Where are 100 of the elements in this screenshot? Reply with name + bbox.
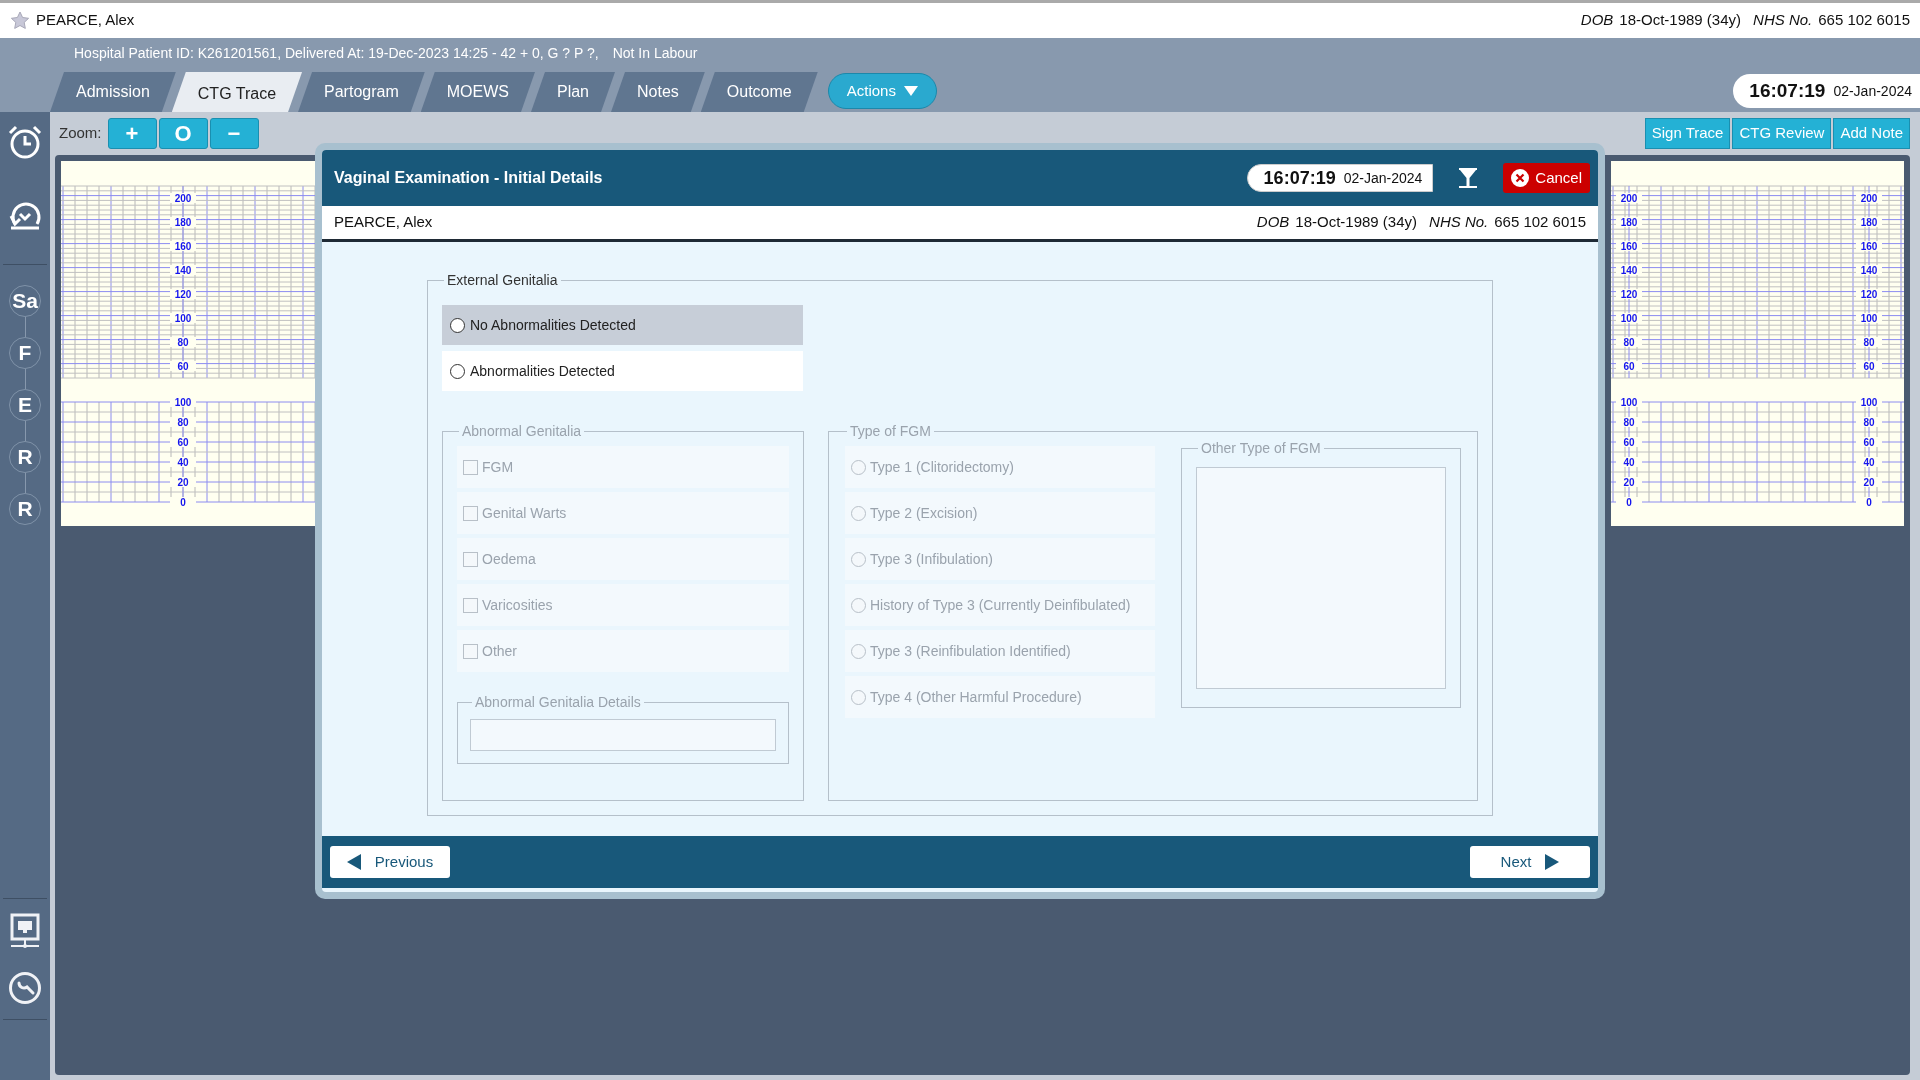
scale-label: 20 [177,477,189,488]
scale-label: 200 [1620,193,1638,204]
alarm-clock-icon[interactable] [7,124,43,160]
option-label: Type 3 (Reinfibulation Identified) [870,641,1071,661]
scale-label: 140 [1860,265,1878,276]
scale-label: 60 [1863,361,1875,372]
nhs-value: 665 102 6015 [1818,10,1910,31]
zoom-button[interactable]: + [107,118,157,149]
dob-label: DOB [1580,10,1614,31]
scale-label: 20 [1863,477,1875,488]
option-label: Oedema [482,549,536,569]
zoom-button[interactable]: − [209,118,259,149]
scale-label: 120 [1860,289,1878,300]
scale-label: 0 [180,497,186,508]
tab[interactable]: Outcome [700,72,818,112]
wrench-icon[interactable] [8,971,42,1005]
scale-label: 160 [1860,241,1878,252]
labour-status: Not In Labour [612,43,698,63]
patient-info: Hospital Patient ID: K261201561, Delivered At: 19-Dec-2023 14:25 - 42 + 0, G ? P ?, [74,43,599,63]
filter-icon[interactable] [1459,168,1478,188]
option-label: Abnormalities Detected [470,361,615,381]
patient-name: PEARCE, Alex [334,212,433,233]
clock-time: 16:07:19 [1263,166,1336,190]
option-label: Type 4 (Other Harmful Procedure) [870,687,1082,707]
zoom-button[interactable]: O [158,118,208,149]
scale-label: 180 [1620,217,1638,228]
scale-label: 120 [174,289,192,300]
clock-date: 02-Jan-2024 [1833,81,1912,101]
dob-value: 18-Oct-1989 (34y) [1295,212,1418,233]
group-legend: External Genitalia [444,270,561,291]
scale-label: 80 [1863,337,1875,348]
radio-button[interactable] [450,317,465,333]
tab[interactable]: MOEWS [420,72,535,112]
group-legend: Other Type of FGM [1198,438,1324,459]
nhs-value: 665 102 6015 [1494,212,1586,233]
zoom-label: Zoom: [59,123,102,144]
tab[interactable]: Plan [530,72,615,112]
scale-label: 160 [174,241,192,252]
scale-label: 80 [177,417,189,428]
scale-label: 200 [1860,193,1878,204]
trace-button[interactable]: CTG Review [1732,118,1832,149]
scale-label: 200 [174,193,192,204]
scale-label: 80 [1623,417,1635,428]
actions-button[interactable]: Actions [827,73,937,109]
scale-label: 140 [174,265,192,276]
option-label: Type 1 (Clitoridectomy) [870,457,1014,477]
cancel-button[interactable]: Cancel [1503,163,1590,193]
trace-button[interactable]: Sign Trace [1644,118,1731,149]
radio-option[interactable]: Abnormalities Detected [442,351,803,391]
tab[interactable]: CTG Trace [171,72,303,112]
scale-label: 60 [1863,437,1875,448]
dob-label: DOB [1256,212,1290,233]
tab[interactable]: Admission [50,72,176,112]
dialog-title: Vaginal Examination - Initial Details [334,168,603,188]
scale-label: 60 [1623,437,1635,448]
scale-label: 180 [1860,217,1878,228]
tab[interactable]: Notes [611,72,705,112]
previous-button[interactable]: Previous [330,846,450,878]
scale-label: 20 [1623,477,1635,488]
trace-button[interactable]: Add Note [1833,118,1910,149]
radio-button[interactable] [450,363,465,379]
scale-label: 0 [1626,497,1632,508]
group-legend: Type of FGM [847,421,934,442]
option-label: History of Type 3 (Currently Deinfibulated) [870,595,1131,615]
option-label: Genital Warts [482,503,567,523]
option-label: Type 2 (Excision) [870,503,978,523]
network-icon[interactable] [10,913,40,949]
star-icon [10,10,30,31]
next-button[interactable]: Next [1470,846,1590,878]
scale-label: 0 [1866,497,1872,508]
scale-label: 80 [177,337,189,348]
option-label: FGM [482,457,514,477]
radio-option[interactable]: No Abnormalities Detected [442,305,803,345]
caret-icon [903,86,918,96]
scale-label: 160 [1620,241,1638,252]
nhs-label: NHS No. [1429,212,1489,233]
scale-label: 180 [174,217,192,228]
scale-label: 100 [1620,313,1638,324]
scale-label: 60 [177,361,189,372]
clock-time: 16:07:19 [1749,78,1826,103]
option-label: No Abnormalities Detected [470,315,636,335]
scale-label: 60 [177,437,189,448]
scale-label: 100 [1620,397,1638,408]
scale-label: 120 [1620,289,1638,300]
scale-label: 100 [1860,313,1878,324]
scale-label: 100 [174,397,192,408]
right-arrow-icon [1545,854,1560,870]
option-label: Type 3 (Infibulation) [870,549,993,569]
dob-value: 18-Oct-1989 (34y) [1619,10,1742,31]
close-icon [1511,169,1530,187]
tab[interactable]: Partogram [298,72,425,112]
scale-label: 100 [1860,397,1878,408]
left-arrow-icon [346,854,361,870]
scale-label: 80 [1863,417,1875,428]
scale-label: 100 [174,313,192,324]
option-label: Other [482,641,517,661]
group-legend: Abnormal Genitalia [459,421,585,442]
nhs-label: NHS No. [1753,10,1813,31]
scale-label: 40 [1863,457,1875,468]
scale-label: 40 [1623,457,1635,468]
